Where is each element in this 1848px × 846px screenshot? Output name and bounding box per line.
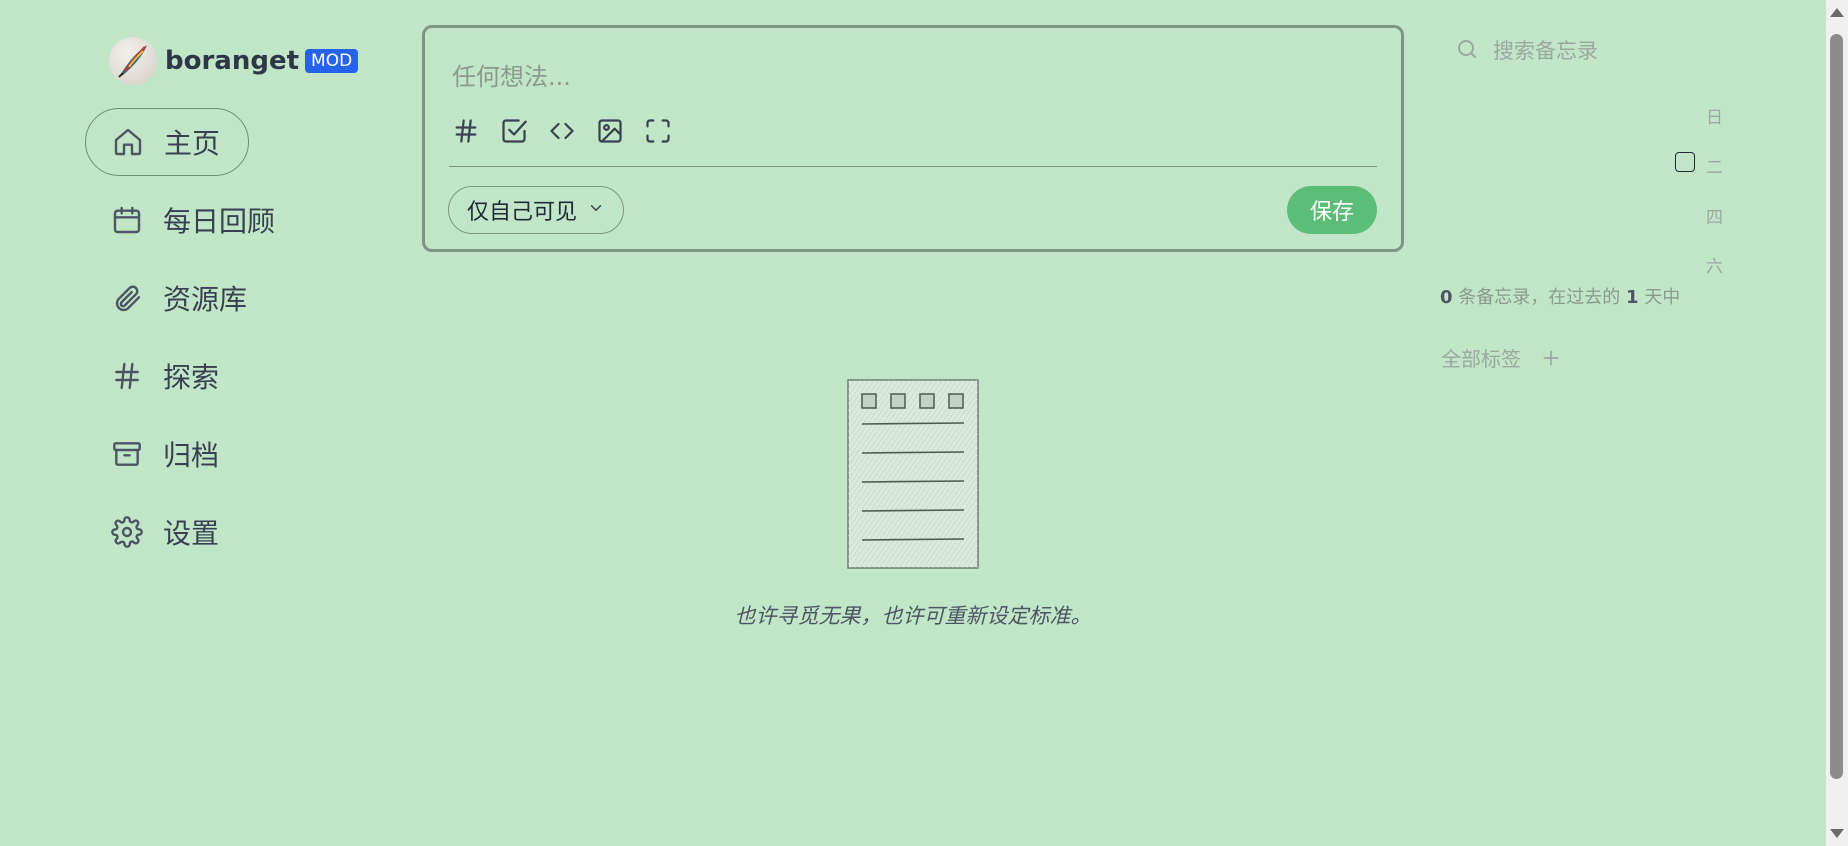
save-button[interactable]: 保存 bbox=[1287, 186, 1377, 234]
code-icon[interactable] bbox=[546, 115, 578, 147]
empty-memo-illustration bbox=[847, 379, 979, 569]
add-tag-icon[interactable] bbox=[1541, 348, 1561, 368]
memo-editor: 仅自己可见 保存 bbox=[422, 25, 1404, 252]
memo-input[interactable] bbox=[450, 62, 1350, 92]
stats-suffix: 天中 bbox=[1638, 287, 1681, 308]
day-count: 1 bbox=[1625, 287, 1639, 308]
empty-state-text: 也许寻觅无果，也许可重新设定标准。 bbox=[734, 604, 1092, 628]
empty-state: 也许寻觅无果，也许可重新设定标准。 bbox=[422, 378, 1404, 630]
sidebar-item-resources[interactable]: 资源库 bbox=[85, 264, 385, 332]
sidebar: boranget MOD 主页 每日回顾 资源库 探索 归档 设置 bbox=[85, 34, 385, 576]
search-input[interactable] bbox=[1491, 38, 1751, 64]
sidebar-item-label: 归档 bbox=[163, 439, 220, 472]
scroll-down-icon[interactable] bbox=[1830, 829, 1844, 838]
memo-count: 0 bbox=[1440, 287, 1453, 308]
sidebar-item-daily-review[interactable]: 每日回顾 bbox=[85, 186, 385, 254]
vertical-scrollbar[interactable] bbox=[1826, 0, 1848, 846]
avatar[interactable] bbox=[109, 37, 157, 85]
hash-icon[interactable] bbox=[450, 115, 482, 147]
visibility-select[interactable]: 仅自己可见 bbox=[448, 186, 625, 234]
visibility-label: 仅自己可见 bbox=[467, 200, 578, 225]
sidebar-item-explore[interactable]: 探索 bbox=[85, 342, 385, 410]
weekday-sun: 日 bbox=[1706, 108, 1723, 128]
scroll-thumb[interactable] bbox=[1830, 34, 1843, 779]
home-icon bbox=[111, 125, 145, 159]
sidebar-item-label: 探索 bbox=[163, 361, 220, 394]
stats-middle: 条备忘录，在过去的 bbox=[1452, 287, 1626, 308]
editor-divider bbox=[449, 166, 1377, 167]
archive-icon bbox=[110, 437, 144, 471]
chevron-down-icon bbox=[587, 198, 605, 223]
sidebar-item-archive[interactable]: 归档 bbox=[85, 420, 385, 488]
app-page: boranget MOD 主页 每日回顾 资源库 探索 归档 设置 任何想法..… bbox=[0, 0, 1848, 846]
sidebar-item-label: 每日回顾 bbox=[163, 205, 276, 238]
memo-stats: 0 条备忘录，在过去的 1 天中 bbox=[1440, 283, 1680, 309]
checkbox-icon[interactable] bbox=[498, 115, 530, 147]
calendar-checkbox[interactable] bbox=[1675, 152, 1695, 172]
sidebar-item-label: 设置 bbox=[163, 517, 220, 550]
weekday-sat: 六 bbox=[1706, 257, 1723, 277]
scroll-up-icon[interactable] bbox=[1830, 8, 1844, 17]
weekday-tue: 二 bbox=[1706, 158, 1723, 178]
hash-icon bbox=[110, 359, 144, 393]
sidebar-item-label: 主页 bbox=[164, 127, 221, 160]
calendar-icon bbox=[110, 203, 144, 237]
sidebar-item-label: 资源库 bbox=[163, 283, 248, 316]
role-badge: MOD bbox=[305, 49, 359, 73]
editor-toolbar bbox=[450, 115, 674, 147]
sidebar-item-settings[interactable]: 设置 bbox=[85, 498, 385, 566]
username: boranget bbox=[165, 46, 300, 76]
all-tags-label: 全部标签 bbox=[1441, 347, 1521, 371]
tags-header: 全部标签 bbox=[1441, 343, 1561, 372]
search-icon bbox=[1455, 37, 1479, 65]
sidebar-nav: 主页 每日回顾 资源库 探索 归档 设置 bbox=[85, 108, 385, 566]
paperclip-icon bbox=[110, 281, 144, 315]
sidebar-item-home[interactable]: 主页 bbox=[85, 108, 249, 176]
image-icon[interactable] bbox=[594, 115, 626, 147]
user-profile[interactable]: boranget MOD bbox=[85, 34, 385, 88]
settings-icon bbox=[110, 515, 144, 549]
weekday-thu: 四 bbox=[1706, 208, 1723, 228]
fullscreen-icon[interactable] bbox=[642, 115, 674, 147]
search-box bbox=[1455, 34, 1795, 68]
